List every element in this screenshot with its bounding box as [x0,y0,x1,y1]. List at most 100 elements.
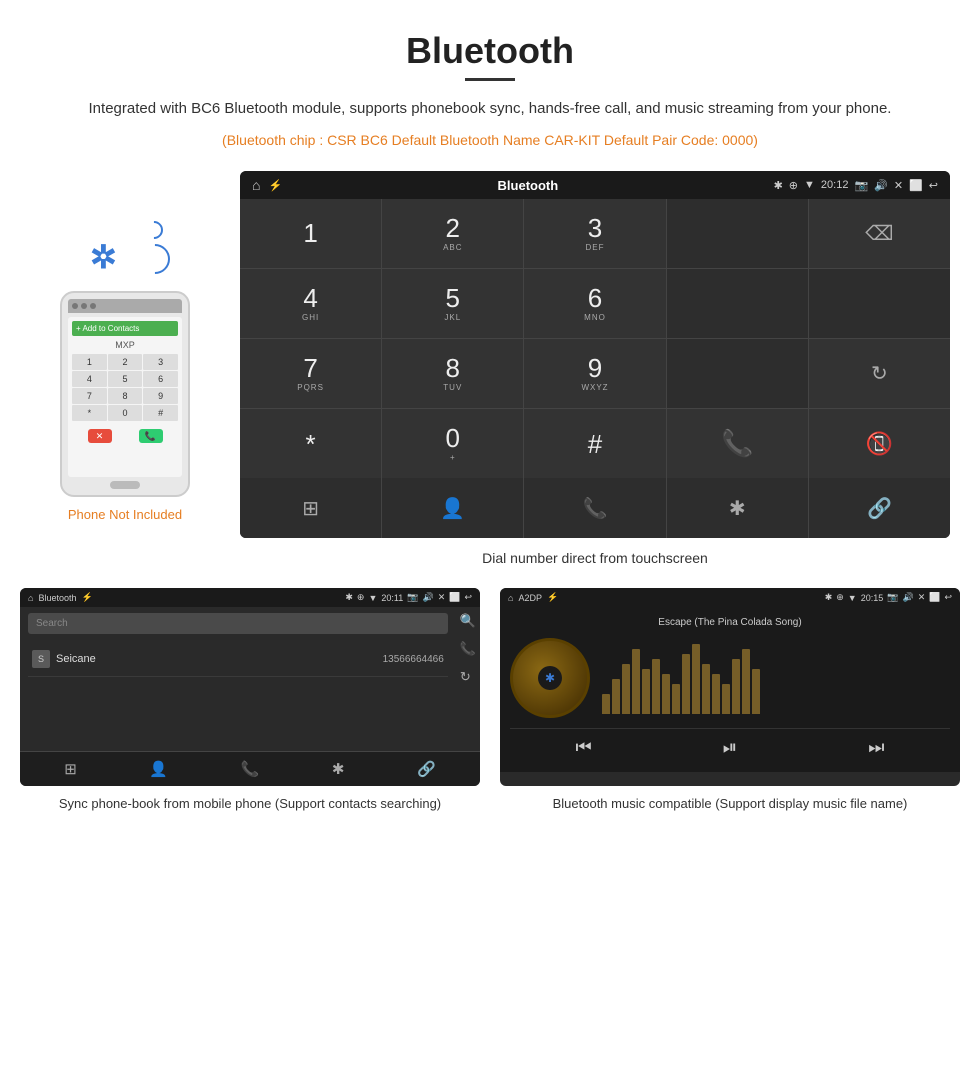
bottom-phone-icon[interactable]: 📞 [524,478,665,538]
next-track-btn[interactable]: ⏭ [868,737,884,758]
page-description: Integrated with BC6 Bluetooth module, su… [60,97,920,121]
phone-keypad: 1 2 3 4 5 6 7 8 9 * 0 # [72,354,178,421]
phone-key-4[interactable]: 4 [72,371,107,387]
eq-bar [692,644,700,714]
status-left: ⌂ ⚡ [252,177,282,193]
phone-end-btn[interactable]: ✕ [88,429,112,443]
phone-key-7[interactable]: 7 [72,388,107,404]
home-icon[interactable]: ⌂ [252,177,260,193]
signal-arcs [140,221,170,274]
music-sig-icon: ▼ [848,593,857,603]
pb-cam-icon[interactable]: 📷 [407,592,418,603]
phone-key-star[interactable]: * [72,405,107,421]
contact-name: Seicane [56,653,377,665]
phone-dot-3 [90,303,96,309]
phone-key-hash[interactable]: # [143,405,178,421]
dial-key-9[interactable]: 9 WXYZ [524,339,665,408]
dial-key-4[interactable]: 4 GHI [240,269,381,338]
phonebook-content: Search S Seicane 13566664466 [20,607,456,683]
music-caption-text: Bluetooth music compatible (Support disp… [553,796,908,811]
pb-bb-grid[interactable]: ⊞ [64,760,77,778]
pb-bb-phone[interactable]: 📞 [241,760,260,778]
prev-track-btn[interactable]: ⏮ [576,737,592,758]
music-back-icon[interactable]: ↩ [944,592,952,603]
phone-key-0[interactable]: 0 [108,405,143,421]
phone-home-button[interactable] [110,481,140,489]
pb-bb-link[interactable]: 🔗 [417,760,436,778]
dial-key-1[interactable]: 1 [240,199,381,268]
dialer-statusbar: ⌂ ⚡ Bluetooth ✱ ⊕ ▼ 20:12 📷 🔊 ✕ ⬜ ↩ [240,171,950,199]
dial-key-3[interactable]: 3 DEF [524,199,665,268]
pb-win-icon[interactable]: ⬜ [449,592,460,603]
phone-number: MXP [72,340,178,350]
phone-key-9[interactable]: 9 [143,388,178,404]
dial-backspace[interactable]: ⌫ [809,199,950,268]
eq-bar [622,664,630,714]
phonebook-item: ⌂ Bluetooth ⚡ ✱ ⊕ ▼ 20:11 📷 🔊 ✕ ⬜ ↩ [20,588,480,814]
title-underline [465,78,515,81]
phone-key-6[interactable]: 6 [143,371,178,387]
phone-key-5[interactable]: 5 [108,371,143,387]
pb-home-icon[interactable]: ⌂ [28,593,33,603]
pb-back-icon[interactable]: ↩ [464,592,472,603]
music-cam-icon[interactable]: 📷 [887,592,898,603]
dial-key-6[interactable]: 6 MNO [524,269,665,338]
eq-bar [642,669,650,714]
pb-time: 20:11 [381,593,403,603]
music-close-icon[interactable]: ✕ [918,592,926,603]
phone-key-3[interactable]: 3 [143,354,178,370]
music-app-name: A2DP [518,593,542,603]
pb-refresh-icon[interactable]: ↻ [460,669,476,685]
dial-key-7[interactable]: 7 PQRS [240,339,381,408]
camera-icon[interactable]: 📷 [854,179,868,192]
window-icon[interactable]: ⬜ [909,179,923,192]
music-vol-icon[interactable]: 🔊 [902,592,913,603]
bottom-grid-icon[interactable]: ⊞ [240,478,381,538]
phone-key-2[interactable]: 2 [108,354,143,370]
pb-loc-icon: ⊕ [357,592,365,603]
dial-key-2[interactable]: 2 ABC [382,199,523,268]
phonebook-statusbar: ⌂ Bluetooth ⚡ ✱ ⊕ ▼ 20:11 📷 🔊 ✕ ⬜ ↩ [20,588,480,607]
signal-arc-large [134,238,176,280]
dial-call-button[interactable]: 📞 [667,409,808,478]
music-content: Escape (The Pina Colada Song) ✱ ⏮ ⏯ ⏭ [500,607,960,772]
pb-call-icon[interactable]: 📞 [460,641,476,657]
pb-close-icon[interactable]: ✕ [438,592,446,603]
pb-bt-icon: ✱ [345,592,353,603]
pb-search-icon[interactable]: 🔍 [460,613,476,629]
phone-key-8[interactable]: 8 [108,388,143,404]
dial-key-8[interactable]: 8 TUV [382,339,523,408]
phonebook-screen: ⌂ Bluetooth ⚡ ✱ ⊕ ▼ 20:11 📷 🔊 ✕ ⬜ ↩ [20,588,480,786]
signal-arc-small [141,218,166,243]
play-pause-btn[interactable]: ⏯ [723,737,737,758]
music-home-icon[interactable]: ⌂ [508,593,513,603]
bottom-person-icon[interactable]: 👤 [382,478,523,538]
dial-key-star[interactable]: * [240,409,381,478]
pb-bb-person[interactable]: 👤 [149,760,168,778]
phonebook-body: Search S Seicane 13566664466 🔍 📞 ↻ [20,607,480,691]
dial-end-button[interactable]: 📵 [809,409,950,478]
pb-bb-bt[interactable]: ✱ [332,760,345,778]
close-icon[interactable]: ✕ [894,179,903,192]
pb-app-name: Bluetooth [38,593,76,603]
page-specs: (Bluetooth chip : CSR BC6 Default Blueto… [60,129,920,151]
dial-key-hash[interactable]: # [524,409,665,478]
pb-spacer [20,691,480,751]
volume-icon[interactable]: 🔊 [874,179,888,192]
phone-bottom-bar: ✕ 📞 [72,427,178,445]
bluetooth-signal: ✲ [80,211,170,281]
phone-key-1[interactable]: 1 [72,354,107,370]
phone-call-btn[interactable]: 📞 [139,429,163,443]
dial-key-5[interactable]: 5 JKL [382,269,523,338]
back-icon[interactable]: ↩ [929,179,938,192]
music-win-icon[interactable]: ⬜ [929,592,940,603]
dial-key-0[interactable]: 0 + [382,409,523,478]
search-bar[interactable]: Search [28,613,448,634]
dial-empty-1 [667,199,808,268]
pb-vol-icon[interactable]: 🔊 [422,592,433,603]
bottom-link-icon[interactable]: 🔗 [809,478,950,538]
contact-row: S Seicane 13566664466 [28,642,448,677]
dial-refresh[interactable]: ↻ [809,339,950,408]
bottom-bt-icon[interactable]: ✱ [667,478,808,538]
status-time: 20:12 [821,179,849,191]
